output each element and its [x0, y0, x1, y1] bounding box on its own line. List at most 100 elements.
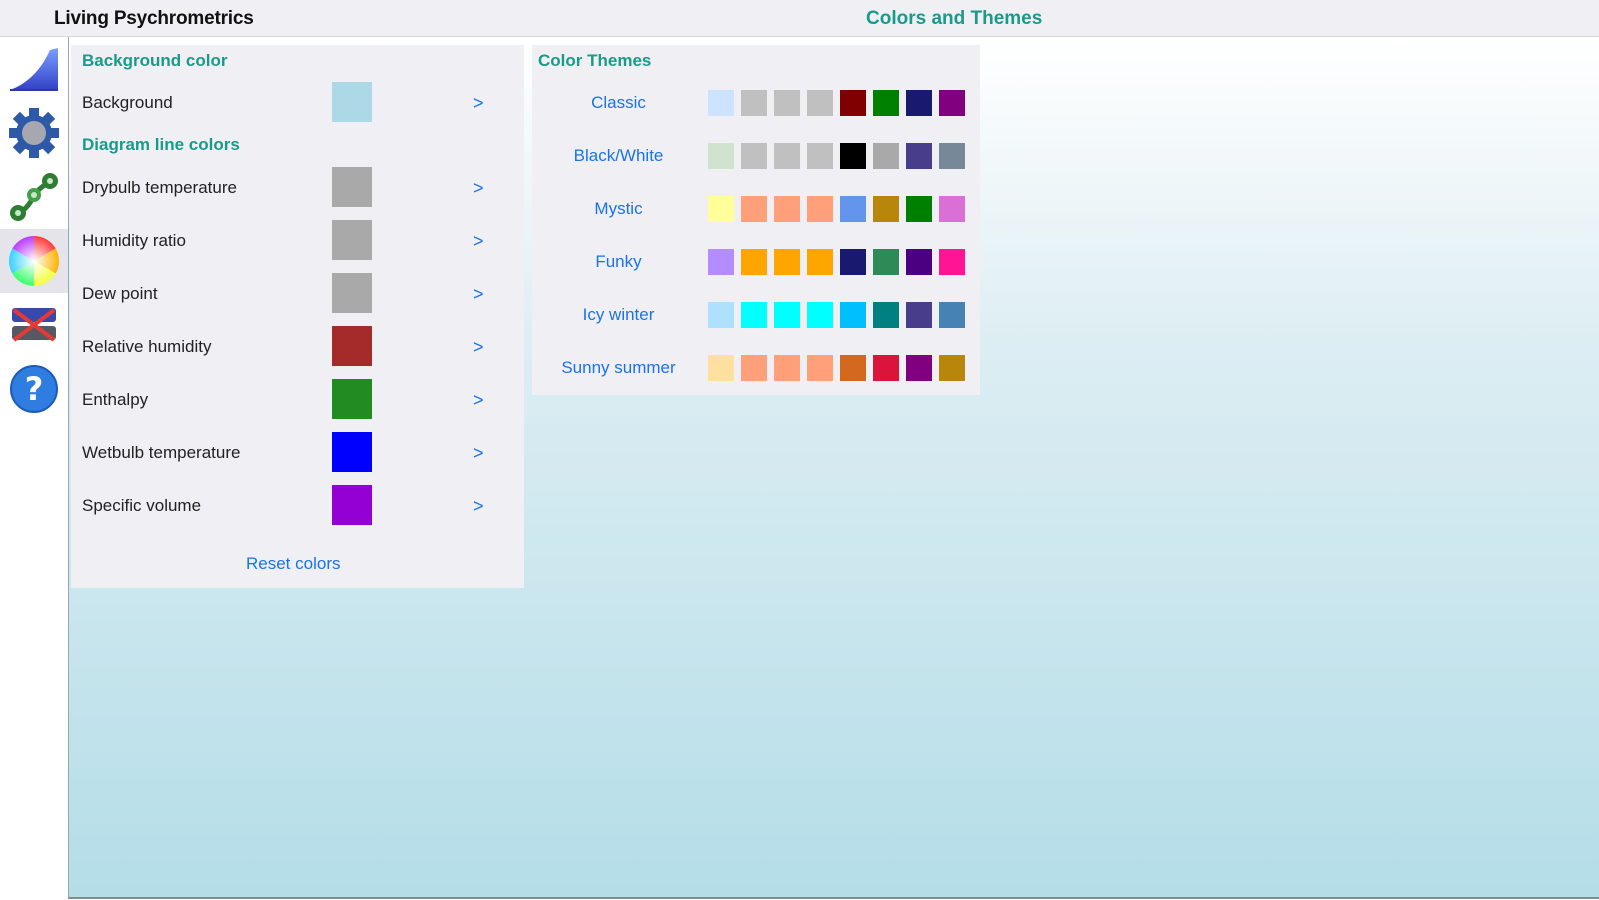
theme-color-swatch — [774, 302, 800, 328]
theme-swatches[interactable] — [708, 90, 965, 116]
theme-swatches[interactable] — [708, 355, 965, 381]
top-bar: Living Psychrometrics Colors and Themes — [0, 0, 1599, 37]
specific-volume-swatch[interactable] — [332, 485, 372, 525]
specific-volume-chevron[interactable]: > — [473, 496, 484, 517]
background-chevron[interactable]: > — [473, 93, 484, 114]
theme-color-swatch — [774, 249, 800, 275]
dew-point-chevron[interactable]: > — [473, 284, 484, 305]
theme-color-swatch — [774, 355, 800, 381]
drybulb-label: Drybulb temperature — [82, 178, 237, 197]
theme-color-swatch — [906, 196, 932, 222]
theme-swatches[interactable] — [708, 302, 965, 328]
line-section-title: Diagram line colors — [82, 135, 240, 154]
theme-color-swatch — [807, 355, 833, 381]
theme-color-swatch — [939, 196, 965, 222]
process-icon — [10, 173, 58, 221]
app-title: Living Psychrometrics — [54, 8, 254, 29]
theme-swatches[interactable] — [708, 249, 965, 275]
theme-color-swatch — [741, 196, 767, 222]
theme-color-swatch — [873, 90, 899, 116]
theme-color-swatch — [807, 143, 833, 169]
background-section-title: Background color — [82, 51, 228, 70]
theme-color-swatch — [741, 90, 767, 116]
page-title: Colors and Themes — [866, 8, 1043, 29]
sidebar-item-settings[interactable] — [0, 101, 68, 165]
theme-color-swatch — [873, 196, 899, 222]
theme-color-swatch — [939, 90, 965, 116]
theme-color-swatch — [906, 143, 932, 169]
relative-humidity-chevron[interactable]: > — [473, 337, 484, 358]
gear-icon — [9, 108, 59, 158]
sidebar-item-processes[interactable] — [0, 165, 68, 229]
theme-color-swatch — [807, 302, 833, 328]
humidity-ratio-swatch[interactable] — [332, 220, 372, 260]
relative-humidity-label: Relative humidity — [82, 337, 212, 356]
theme-color-swatch — [807, 90, 833, 116]
theme-name-mystic[interactable]: Mystic — [536, 199, 701, 219]
background-swatch[interactable] — [332, 82, 372, 122]
specific-volume-label: Specific volume — [82, 496, 202, 515]
dew-point-swatch[interactable] — [332, 273, 372, 313]
theme-name-black-white[interactable]: Black/White — [536, 146, 701, 166]
sidebar-item-help[interactable]: ? — [0, 357, 68, 421]
humidity-ratio-chevron[interactable]: > — [473, 231, 484, 252]
color-themes-panel: Color Themes Classic Black/White Mystic … — [532, 45, 980, 395]
theme-color-swatch — [906, 249, 932, 275]
theme-color-swatch — [708, 90, 734, 116]
svg-text:?: ? — [25, 370, 44, 408]
theme-color-swatch — [708, 355, 734, 381]
relative-humidity-swatch[interactable] — [332, 326, 372, 366]
theme-name-sunny-summer[interactable]: Sunny summer — [536, 358, 701, 378]
enthalpy-swatch[interactable] — [332, 379, 372, 419]
theme-color-swatch — [873, 249, 899, 275]
sidebar-item-colors[interactable] — [0, 229, 68, 293]
theme-name-funky[interactable]: Funky — [536, 252, 701, 272]
theme-color-swatch — [906, 302, 932, 328]
theme-color-swatch — [840, 302, 866, 328]
theme-color-swatch — [774, 196, 800, 222]
theme-color-swatch — [840, 196, 866, 222]
sidebar-item-chart[interactable] — [0, 37, 68, 101]
theme-name-classic[interactable]: Classic — [536, 93, 701, 113]
theme-color-swatch — [840, 143, 866, 169]
wetbulb-swatch[interactable] — [332, 432, 372, 472]
theme-color-swatch — [774, 143, 800, 169]
theme-color-swatch — [873, 143, 899, 169]
theme-name-icy-winter[interactable]: Icy winter — [536, 305, 701, 325]
wetbulb-label: Wetbulb temperature — [82, 443, 241, 462]
theme-color-swatch — [741, 355, 767, 381]
sidebar: ? — [0, 37, 68, 900]
help-icon: ? — [10, 365, 58, 413]
theme-color-swatch — [840, 249, 866, 275]
theme-color-swatch — [939, 302, 965, 328]
theme-color-swatch — [708, 196, 734, 222]
themes-section-title: Color Themes — [538, 51, 652, 70]
chart-icon — [10, 48, 58, 91]
enthalpy-label: Enthalpy — [82, 390, 149, 409]
theme-color-swatch — [708, 143, 734, 169]
drybulb-chevron[interactable]: > — [473, 178, 484, 199]
color-wheel-icon — [9, 236, 59, 286]
theme-color-swatch — [840, 90, 866, 116]
dew-point-label: Dew point — [82, 284, 158, 303]
theme-color-swatch — [807, 196, 833, 222]
theme-swatches[interactable] — [708, 143, 965, 169]
theme-color-swatch — [939, 355, 965, 381]
theme-color-swatch — [873, 355, 899, 381]
sidebar-item-compare[interactable] — [0, 293, 68, 357]
theme-swatches[interactable] — [708, 196, 965, 222]
theme-color-swatch — [708, 249, 734, 275]
theme-color-swatch — [807, 249, 833, 275]
enthalpy-chevron[interactable]: > — [473, 390, 484, 411]
theme-color-swatch — [840, 355, 866, 381]
theme-color-swatch — [939, 143, 965, 169]
theme-color-swatch — [741, 302, 767, 328]
humidity-ratio-label: Humidity ratio — [82, 231, 186, 250]
theme-color-swatch — [708, 302, 734, 328]
line-colors-panel: Background color Background > Diagram li… — [71, 45, 524, 588]
wetbulb-chevron[interactable]: > — [473, 443, 484, 464]
reset-colors-link[interactable]: Reset colors — [246, 554, 340, 574]
drybulb-swatch[interactable] — [332, 167, 372, 207]
theme-color-swatch — [741, 249, 767, 275]
theme-color-swatch — [741, 143, 767, 169]
